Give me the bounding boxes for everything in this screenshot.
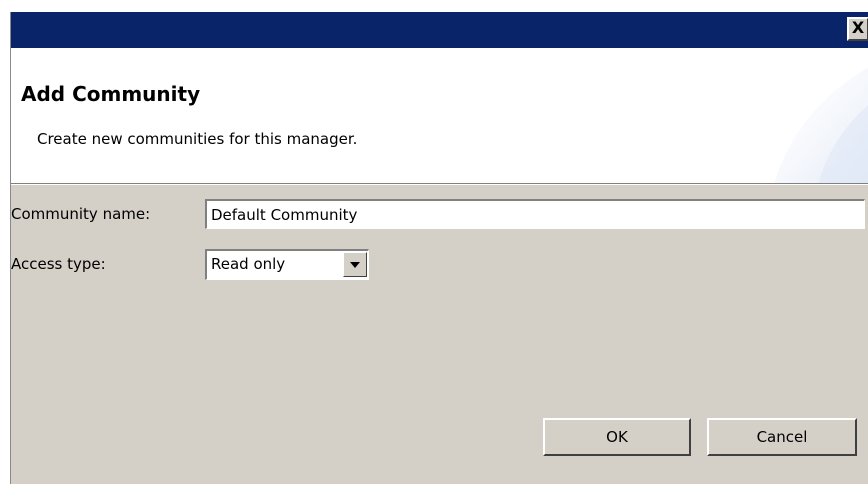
access-type-value: Read only <box>211 255 286 273</box>
add-community-dialog: X Add Community Create new communities f… <box>10 12 868 484</box>
header-decoration <box>774 67 868 183</box>
access-type-label: Access type: <box>11 255 106 273</box>
wizard-header: Add Community Create new communities for… <box>11 48 868 183</box>
access-type-select[interactable]: Read only <box>205 249 369 280</box>
dialog-subtitle: Create new communities for this manager. <box>37 130 358 148</box>
community-name-label: Community name: <box>11 205 151 223</box>
header-divider <box>11 183 868 185</box>
cancel-button[interactable]: Cancel <box>707 418 857 456</box>
close-button[interactable]: X <box>847 17 868 41</box>
title-bar[interactable]: X <box>11 12 868 48</box>
dialog-title: Add Community <box>21 82 201 106</box>
chevron-down-icon[interactable] <box>343 252 367 277</box>
ok-button[interactable]: OK <box>543 418 691 456</box>
community-name-input[interactable] <box>205 199 865 229</box>
close-icon: X <box>851 18 865 37</box>
